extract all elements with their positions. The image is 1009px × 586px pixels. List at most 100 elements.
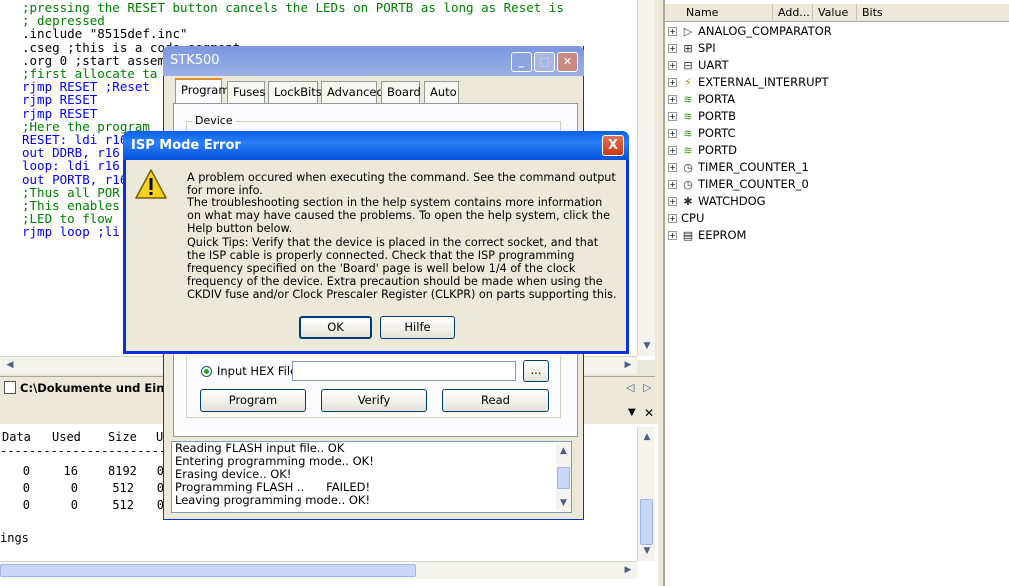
tree-item-watchdog[interactable]: + ✱ WATCHDOG [668, 193, 766, 210]
code-line[interactable]: ;Thus all POR [22, 186, 120, 199]
memory-table-header: Size [108, 430, 137, 444]
code-line[interactable]: ;first allocate ta [22, 67, 157, 80]
code-line[interactable]: ;pressing the RESET button cancels the L… [22, 1, 564, 14]
tree-item-portd[interactable]: + ≋ PORTD [668, 142, 737, 159]
tab-advanced[interactable]: Advanced [321, 81, 384, 103]
tree-item-portb[interactable]: + ≋ PORTB [668, 108, 736, 125]
tab-next-icon[interactable]: ▷ [643, 381, 651, 394]
browse-hex-button[interactable]: ... [523, 360, 549, 382]
help-button[interactable]: Hilfe [380, 316, 455, 339]
dialog-message-summary: A problem occured when executing the com… [187, 171, 616, 197]
code-line[interactable]: ; depressed [22, 14, 105, 27]
program-button[interactable]: Program [200, 389, 306, 412]
code-line[interactable]: rjmp RESET ;Reset [22, 80, 150, 93]
tab-auto[interactable]: Auto [424, 81, 459, 103]
code-line[interactable]: RESET: ldi r16 [22, 133, 127, 146]
timer-icon: ◷ [683, 178, 693, 191]
maximize-icon: □ [534, 52, 555, 72]
expand-icon[interactable]: + [668, 78, 677, 87]
scroll-thumb[interactable] [0, 564, 416, 577]
expand-icon[interactable]: + [668, 180, 677, 189]
port-icon: ≋ [683, 93, 693, 106]
code-line[interactable]: out DDRB, r16 [22, 146, 120, 159]
log-scrollbar[interactable]: ▲ ▼ [556, 443, 571, 511]
input-hex-field[interactable] [292, 361, 516, 381]
close-icon[interactable]: ✕ [557, 52, 578, 72]
device-group-label: Device [192, 114, 236, 127]
input-hex-radio[interactable] [201, 366, 212, 377]
code-line[interactable]: rjmp loop ;li [22, 225, 120, 238]
tab-fuses[interactable]: Fuses [227, 81, 265, 103]
ok-button[interactable]: OK [299, 316, 372, 339]
watchdog-icon: ✱ [683, 195, 693, 208]
expand-icon[interactable]: + [668, 146, 677, 155]
verify-button[interactable]: Verify [321, 389, 427, 412]
output-footer-text: ings [0, 531, 29, 545]
column-bits[interactable]: Bits [857, 4, 1007, 22]
scroll-up-icon[interactable]: ▲ [639, 429, 655, 445]
code-line[interactable]: ;This enables [22, 199, 120, 212]
minimize-icon[interactable]: _ [511, 52, 532, 72]
tab-board[interactable]: Board [381, 81, 421, 103]
column-name[interactable]: Name [681, 4, 773, 22]
scroll-down-icon[interactable]: ▼ [556, 495, 571, 511]
code-line[interactable]: ;LED to flow [22, 212, 112, 225]
expand-icon[interactable]: + [668, 44, 677, 53]
tab-program[interactable]: Program [175, 78, 230, 104]
scroll-right-icon[interactable]: ▶ [620, 357, 636, 373]
tree-item-spi[interactable]: + ⊞ SPI [668, 40, 716, 57]
tree-item-analog_comparator[interactable]: + ▷ ANALOG_COMPARATOR [668, 23, 832, 40]
scroll-down-icon[interactable]: ▼ [639, 338, 655, 354]
tree-item-portc[interactable]: + ≋ PORTC [668, 125, 736, 142]
tree-item-label: PORTA [698, 92, 736, 106]
expand-icon[interactable]: + [668, 129, 677, 138]
tree-item-porta[interactable]: + ≋ PORTA [668, 91, 735, 108]
expand-icon[interactable]: + [668, 197, 677, 206]
dialog-close-icon[interactable]: X [602, 135, 624, 156]
editor-vertical-scrollbar[interactable]: ▼ [637, 0, 655, 356]
expand-icon[interactable]: + [668, 231, 677, 240]
column-value[interactable]: Value [813, 4, 857, 22]
tree-item-uart[interactable]: + ⊟ UART [668, 57, 728, 74]
memory-table-cell: 0 [22, 464, 30, 478]
uart-icon: ⊟ [683, 59, 693, 72]
tree-item-label: EEPROM [698, 228, 747, 242]
expand-icon[interactable]: + [668, 214, 677, 223]
pane-close-icon[interactable]: ✕ [644, 406, 654, 420]
code-line[interactable]: rjmp RESET [22, 93, 97, 106]
expand-icon[interactable]: + [668, 61, 677, 70]
expand-icon[interactable]: + [668, 27, 677, 36]
code-line[interactable]: .include "8515def.inc" [22, 27, 188, 40]
tree-item-timer_counter_0[interactable]: + ◷ TIMER_COUNTER_0 [668, 176, 809, 193]
memory-table-cell: 0 [70, 481, 78, 495]
column-address[interactable]: Add... [773, 4, 813, 22]
timer-icon: ◷ [683, 161, 693, 174]
pane-menu-icon[interactable]: ▼ [628, 407, 636, 418]
tree-item-external_interrupt[interactable]: + ⚡ EXTERNAL_INTERRUPT [668, 74, 829, 91]
expand-icon[interactable]: + [668, 95, 677, 104]
read-button[interactable]: Read [442, 389, 549, 412]
scroll-left-icon[interactable]: ◀ [2, 357, 18, 373]
expand-icon[interactable]: + [668, 112, 677, 121]
scroll-thumb[interactable] [557, 467, 570, 489]
code-line[interactable]: out PORTB, r16 [22, 173, 127, 186]
output-vertical-scrollbar[interactable]: ▲ ▼ [637, 427, 655, 561]
code-line[interactable]: rjmp RESET [22, 107, 97, 120]
stk500-log: Reading FLASH input file.. OK Entering pr… [171, 441, 572, 513]
expand-icon[interactable]: + [668, 163, 677, 172]
code-line[interactable]: loop: ldi r16 [22, 159, 120, 172]
document-path[interactable]: C:\Dokumente und Einste [20, 381, 185, 395]
isp-error-titlebar[interactable]: ISP Mode Error [123, 131, 629, 160]
scroll-up-icon[interactable]: ▲ [556, 443, 571, 459]
tree-item-timer_counter_1[interactable]: + ◷ TIMER_COUNTER_1 [668, 159, 809, 176]
stk500-title: STK500 [170, 53, 220, 68]
scroll-down-icon[interactable]: ▼ [639, 543, 655, 559]
tree-item-eeprom[interactable]: + ▤ EEPROM [668, 227, 746, 244]
scroll-thumb[interactable] [640, 499, 653, 545]
scroll-right-icon[interactable]: ▶ [620, 562, 636, 578]
tree-item-cpu[interactable]: + CPU [668, 210, 704, 227]
tab-lockbits[interactable]: LockBits [268, 81, 322, 103]
output-horizontal-scrollbar[interactable]: ▶ [0, 561, 637, 579]
tab-prev-icon[interactable]: ◁ [626, 381, 634, 394]
stk500-titlebar[interactable]: STK500 _ □ ✕ [163, 46, 584, 76]
